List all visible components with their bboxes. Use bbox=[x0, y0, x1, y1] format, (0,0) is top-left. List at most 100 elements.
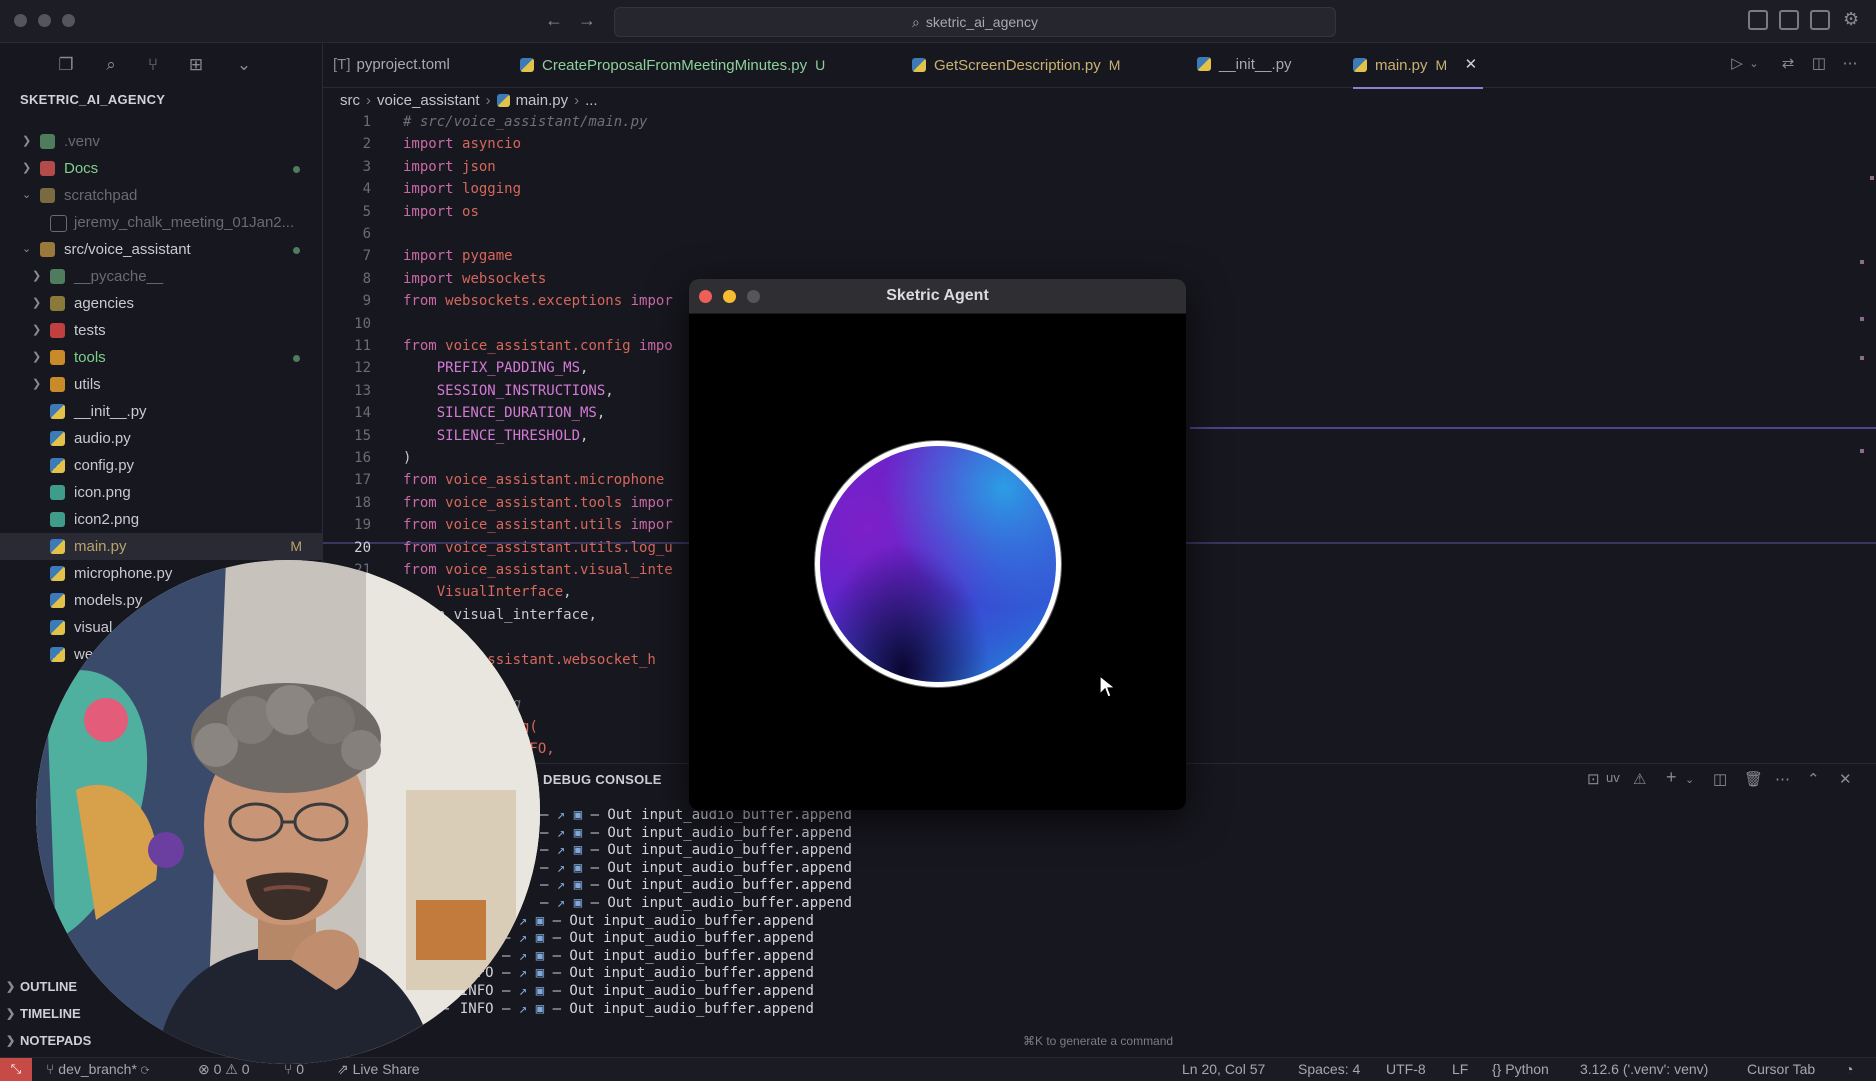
tree-item[interactable]: ❯ __pycache__ bbox=[0, 263, 322, 290]
split-editor-icon[interactable]: ◫ bbox=[1810, 55, 1828, 73]
chevron-down-icon: ⌄ bbox=[22, 189, 32, 201]
tree-item[interactable]: ⌄ src/voice_assistant bbox=[0, 236, 322, 263]
folder-icon bbox=[50, 323, 65, 338]
problems-indicator[interactable]: ⊗ 0 ⚠ 0 bbox=[198, 1058, 250, 1080]
run-icon[interactable]: ▷ bbox=[1728, 55, 1746, 73]
tab-pyproject[interactable]: [T] pyproject.toml bbox=[333, 43, 450, 87]
tree-item[interactable]: icon.png bbox=[0, 479, 322, 506]
split-terminal-icon[interactable]: ◫ bbox=[1713, 770, 1727, 788]
workspace-title[interactable]: SKETRIC_AI_AGENCY bbox=[20, 92, 165, 107]
encoding[interactable]: UTF-8 bbox=[1386, 1058, 1426, 1080]
more-actions-icon[interactable]: ⋯ bbox=[1775, 770, 1790, 788]
tree-item-label: utils bbox=[74, 376, 101, 393]
tab-init[interactable]: __init__.py bbox=[1197, 43, 1292, 87]
chevron-down-icon[interactable]: ⌄ bbox=[1745, 55, 1763, 73]
python-file-icon bbox=[50, 404, 65, 419]
toggle-sidebar-icon[interactable] bbox=[1748, 10, 1768, 30]
tree-item[interactable]: ❯ utils bbox=[0, 371, 322, 398]
notifications-bell-icon[interactable]: ◔ bbox=[1845, 1058, 1853, 1080]
command-center-search[interactable]: ⌕ sketric_ai_agency bbox=[614, 7, 1336, 37]
python-file-icon bbox=[1353, 58, 1367, 72]
tree-item[interactable]: ⌄ scratchpad bbox=[0, 182, 322, 209]
agent-window-title: Sketric Agent bbox=[886, 287, 989, 304]
tab-get-screen-description[interactable]: GetScreenDescription.py M bbox=[912, 43, 1120, 87]
tab-main[interactable]: main.py M ✕ bbox=[1353, 43, 1484, 89]
line-number: 2 bbox=[362, 136, 371, 153]
extensions-icon[interactable]: ⊞ bbox=[186, 55, 206, 75]
outgoing-message-icon: ↗ ▣ bbox=[518, 912, 553, 929]
branch-indicator[interactable]: ⑂ dev_branch* ⟳ bbox=[46, 1058, 149, 1080]
tree-item[interactable]: jeremy_chalk_meeting_01Jan2... bbox=[0, 209, 322, 236]
toggle-secondary-sidebar-icon[interactable] bbox=[1810, 10, 1830, 30]
tree-item[interactable]: main.py M bbox=[0, 533, 322, 560]
source-control-icon[interactable]: ⑂ bbox=[143, 55, 163, 75]
change-dot bbox=[293, 355, 300, 362]
line-number: 5 bbox=[362, 203, 371, 220]
warning-icon[interactable]: ⚠ bbox=[1633, 770, 1646, 788]
code-line: ) bbox=[403, 450, 412, 466]
search-icon[interactable]: ⌕ bbox=[101, 55, 121, 75]
breadcrumb-item[interactable]: src bbox=[340, 92, 360, 109]
close-panel-icon[interactable]: ✕ bbox=[1839, 770, 1852, 788]
python-interpreter[interactable]: 3.12.6 ('.venv': venv) bbox=[1580, 1058, 1708, 1080]
cursor-position[interactable]: Ln 20, Col 57 bbox=[1182, 1058, 1265, 1080]
tree-item[interactable]: audio.py bbox=[0, 425, 322, 452]
tree-item[interactable]: __init__.py bbox=[0, 398, 322, 425]
compare-changes-icon[interactable]: ⇄ bbox=[1779, 55, 1797, 73]
tree-item[interactable]: ❯ tools bbox=[0, 344, 322, 371]
remote-indicator[interactable]: ⤡ bbox=[0, 1058, 32, 1081]
tree-item[interactable]: ❯ tests bbox=[0, 317, 322, 344]
line-number: 18 bbox=[354, 494, 371, 511]
tree-item[interactable]: ❯ agencies bbox=[0, 290, 322, 317]
breadcrumb-item[interactable]: ... bbox=[585, 92, 598, 109]
chevron-right-icon: ❯ bbox=[6, 1035, 16, 1047]
explorer-files-icon[interactable]: ❐ bbox=[56, 55, 76, 75]
log-level: – bbox=[540, 895, 557, 911]
agent-title-bar[interactable]: Sketric Agent bbox=[689, 279, 1186, 314]
outgoing-message-icon: ↗ ▣ bbox=[556, 807, 591, 823]
python-file-icon bbox=[520, 58, 534, 72]
chevron-right-icon: ❯ bbox=[32, 378, 42, 390]
python-file-icon bbox=[50, 620, 65, 635]
folder-icon bbox=[50, 269, 65, 284]
maximize-window-button[interactable] bbox=[62, 14, 75, 27]
language-mode[interactable]: {} Python bbox=[1492, 1058, 1549, 1080]
branch-icon: ⑂ bbox=[46, 1061, 59, 1077]
chevron-down-icon[interactable]: ⌄ bbox=[1685, 773, 1694, 786]
terminal-icon[interactable]: ⊡ bbox=[1587, 770, 1600, 788]
tab-create-proposal[interactable]: CreateProposalFromMeetingMinutes.py U bbox=[520, 43, 825, 87]
close-tab-icon[interactable]: ✕ bbox=[1465, 43, 1478, 87]
terminal-name[interactable]: uv bbox=[1606, 770, 1620, 785]
tree-item-label: scratchpad bbox=[64, 187, 138, 204]
settings-gear-icon[interactable]: ⚙ bbox=[1843, 9, 1859, 30]
tree-item[interactable]: config.py bbox=[0, 452, 322, 479]
breadcrumb-item[interactable]: voice_assistant bbox=[377, 92, 480, 109]
code-line: SESSION_INSTRUCTIONS, bbox=[403, 382, 614, 399]
tab-debug-console[interactable]: DEBUG CONSOLE bbox=[543, 772, 662, 787]
outgoing-message-icon: ↗ ▣ bbox=[518, 1000, 553, 1017]
maximize-panel-icon[interactable]: ⌃ bbox=[1807, 770, 1820, 788]
minimize-window-button[interactable] bbox=[38, 14, 51, 27]
back-arrow-icon[interactable]: ← bbox=[545, 10, 563, 31]
new-terminal-icon[interactable]: + bbox=[1666, 767, 1677, 788]
line-endings[interactable]: LF bbox=[1452, 1058, 1468, 1080]
code-line: import logging bbox=[403, 181, 522, 198]
trash-icon[interactable]: 🗑 bbox=[1744, 770, 1763, 788]
code-line: from voice_assistant.tools impor bbox=[403, 494, 673, 511]
indentation[interactable]: Spaces: 4 bbox=[1298, 1058, 1360, 1080]
more-actions-icon[interactable]: ⋯ bbox=[1841, 55, 1859, 73]
live-share-button[interactable]: ⇗ Live Share bbox=[337, 1058, 420, 1080]
tree-item[interactable]: ❯ Docs bbox=[0, 155, 322, 182]
tree-item[interactable]: icon2.png bbox=[0, 506, 322, 533]
line-number: 3 bbox=[362, 158, 371, 175]
tree-item[interactable]: ❯ .venv bbox=[0, 128, 322, 155]
python-file-icon bbox=[1197, 57, 1211, 71]
breadcrumb-item[interactable]: main.py bbox=[516, 92, 569, 109]
toggle-panel-icon[interactable] bbox=[1779, 10, 1799, 30]
close-window-button[interactable] bbox=[14, 14, 27, 27]
tree-item-label: main.py bbox=[74, 538, 127, 555]
line-number: 8 bbox=[362, 270, 371, 287]
chevron-down-icon[interactable]: ⌄ bbox=[234, 55, 254, 75]
forward-arrow-icon[interactable]: → bbox=[578, 10, 596, 31]
cursor-tab-indicator[interactable]: Cursor Tab bbox=[1747, 1058, 1815, 1080]
